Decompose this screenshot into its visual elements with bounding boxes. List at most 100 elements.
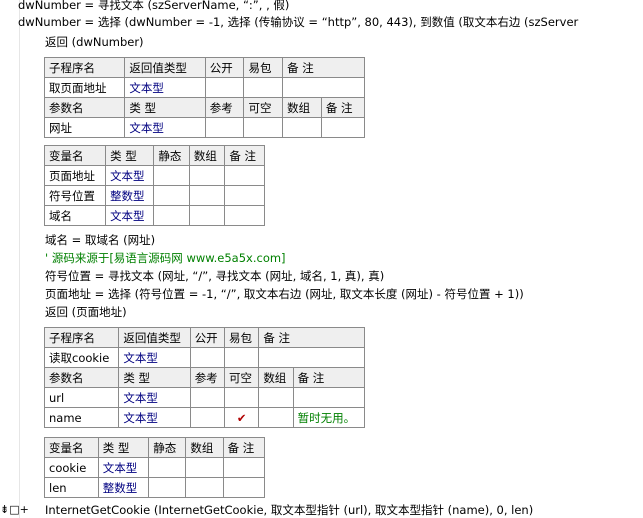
header-param-type: 类 型 <box>118 367 191 388</box>
header-public: 公开 <box>189 327 226 348</box>
remark-cell[interactable] <box>258 347 365 368</box>
param-type-cell[interactable]: 文本型 <box>118 387 191 408</box>
param-name-cell[interactable]: url <box>43 387 120 408</box>
code-line-3[interactable]: 返回 (dwNumber) <box>45 34 144 50</box>
header-easy-package: 易包 <box>243 57 284 78</box>
var-name-cell[interactable]: 域名 <box>43 205 107 226</box>
header-param-nullable: 可空 <box>223 367 260 388</box>
line-gutter <box>0 0 20 518</box>
param-nullable-check-icon[interactable]: ✔ <box>223 407 260 428</box>
header-sub-name: 子程序名 <box>43 327 120 348</box>
code-comment-line[interactable]: ' 源码来源于[易语言源码网 www.e5a5x.com] <box>45 250 286 266</box>
param-nullable-cell[interactable] <box>243 117 284 138</box>
var-remark-cell[interactable] <box>222 477 266 498</box>
var-static-cell[interactable] <box>148 477 187 498</box>
var-array-cell[interactable] <box>188 185 226 206</box>
header-remark: 备 注 <box>258 327 365 348</box>
remark-cell[interactable] <box>282 77 365 98</box>
subroutine-table-1: 子程序名 返回值类型 公开 易包 备 注 取页面地址 文本型 参数名 类 型 参… <box>43 57 366 138</box>
param-ref-cell[interactable] <box>189 407 226 428</box>
header-param-ref: 参考 <box>204 97 245 118</box>
header-param-remark: 备 注 <box>320 97 366 118</box>
param-ref-cell[interactable] <box>204 117 245 138</box>
code-line-6[interactable]: 符号位置 = 寻找文本 (网址, “/”, 寻找文本 (网址, 域名, 1, 真… <box>45 268 384 284</box>
var-name-cell[interactable]: 页面地址 <box>43 165 107 186</box>
code-line-8[interactable]: 返回 (页面地址) <box>45 304 127 320</box>
var-array-cell[interactable] <box>185 477 224 498</box>
header-var-static: 静态 <box>148 437 187 458</box>
code-line-1[interactable]: dwNumber = 寻找文本 (szServerName, “:”, , 假) <box>18 0 289 13</box>
header-var-remark: 备 注 <box>224 145 265 166</box>
header-param-array: 数组 <box>258 367 294 388</box>
var-name-cell[interactable]: len <box>44 477 99 498</box>
code-line-2[interactable]: dwNumber = 选择 (dwNumber = -1, 选择 (传输协议 =… <box>18 14 578 30</box>
param-array-cell[interactable] <box>258 387 294 408</box>
param-type-cell[interactable]: 文本型 <box>124 117 206 138</box>
sub-name-cell[interactable]: 取页面地址 <box>43 77 126 98</box>
var-static-cell[interactable] <box>148 457 187 478</box>
param-array-cell[interactable] <box>258 407 294 428</box>
variable-table-2: 变量名 类 型 静态 数组 备 注 cookie 文本型 len 整数型 <box>44 437 266 498</box>
var-type-cell[interactable]: 文本型 <box>105 165 155 186</box>
var-array-cell[interactable] <box>188 205 226 226</box>
var-static-cell[interactable] <box>153 185 190 206</box>
subroutine-table-2: 子程序名 返回值类型 公开 易包 备 注 读取cookie 文本型 参数名 类 … <box>43 327 366 428</box>
var-remark-cell[interactable] <box>224 185 265 206</box>
var-static-cell[interactable] <box>153 165 190 186</box>
var-static-cell[interactable] <box>153 205 190 226</box>
return-type-cell[interactable]: 文本型 <box>124 77 206 98</box>
var-array-cell[interactable] <box>188 165 226 186</box>
var-remark-cell[interactable] <box>224 205 265 226</box>
var-type-cell[interactable]: 整数型 <box>105 185 155 206</box>
header-var-type: 类 型 <box>97 437 150 458</box>
header-param-name: 参数名 <box>43 97 126 118</box>
var-array-cell[interactable] <box>185 457 224 478</box>
header-param-ref: 参考 <box>189 367 226 388</box>
param-array-cell[interactable] <box>282 117 322 138</box>
header-var-name: 变量名 <box>44 437 99 458</box>
header-public: 公开 <box>204 57 245 78</box>
header-var-static: 静态 <box>153 145 190 166</box>
code-line-4[interactable]: 域名 = 取域名 (网址) <box>45 232 155 248</box>
header-var-name: 变量名 <box>43 145 107 166</box>
header-param-array: 数组 <box>282 97 322 118</box>
header-var-type: 类 型 <box>105 145 155 166</box>
header-return-type: 返回值类型 <box>118 327 191 348</box>
var-type-cell[interactable]: 文本型 <box>105 205 155 226</box>
header-param-nullable: 可空 <box>243 97 284 118</box>
param-name-cell[interactable]: name <box>43 407 120 428</box>
param-ref-cell[interactable] <box>189 387 226 408</box>
header-return-type: 返回值类型 <box>124 57 206 78</box>
param-nullable-cell[interactable] <box>223 387 260 408</box>
header-param-name: 参数名 <box>43 367 120 388</box>
public-cell[interactable] <box>189 347 226 368</box>
fold-marker-icon[interactable]: ⇟□+ <box>0 503 36 517</box>
param-remark-cell[interactable] <box>292 387 366 408</box>
header-sub-name: 子程序名 <box>43 57 126 78</box>
header-var-remark: 备 注 <box>222 437 266 458</box>
gutter-divider <box>19 0 20 518</box>
param-name-cell[interactable]: 网址 <box>43 117 126 138</box>
code-line-7[interactable]: 页面地址 = 选择 (符号位置 = -1, “/”, 取文本右边 (网址, 取文… <box>45 286 524 302</box>
easy-package-cell[interactable] <box>243 77 284 98</box>
code-line-9[interactable]: InternetGetCookie (InternetGetCookie, 取文… <box>45 502 533 518</box>
var-type-cell[interactable]: 文本型 <box>97 457 150 478</box>
param-remark-cell[interactable]: 暂时无用。 <box>292 407 366 428</box>
param-remark-cell[interactable] <box>320 117 366 138</box>
var-name-cell[interactable]: 符号位置 <box>43 185 107 206</box>
header-var-array: 数组 <box>188 145 226 166</box>
header-param-remark: 备 注 <box>292 367 366 388</box>
var-type-cell[interactable]: 整数型 <box>97 477 150 498</box>
public-cell[interactable] <box>204 77 245 98</box>
header-param-type: 类 型 <box>124 97 206 118</box>
easy-package-cell[interactable] <box>223 347 260 368</box>
sub-name-cell[interactable]: 读取cookie <box>43 347 120 368</box>
var-name-cell[interactable]: cookie <box>44 457 99 478</box>
param-type-cell[interactable]: 文本型 <box>118 407 191 428</box>
var-remark-cell[interactable] <box>222 457 266 478</box>
var-remark-cell[interactable] <box>224 165 265 186</box>
return-type-cell[interactable]: 文本型 <box>118 347 191 368</box>
header-easy-package: 易包 <box>223 327 260 348</box>
variable-table-1: 变量名 类 型 静态 数组 备 注 页面地址 文本型 符号位置 整数型 域名 文… <box>43 145 265 226</box>
header-var-array: 数组 <box>185 437 224 458</box>
